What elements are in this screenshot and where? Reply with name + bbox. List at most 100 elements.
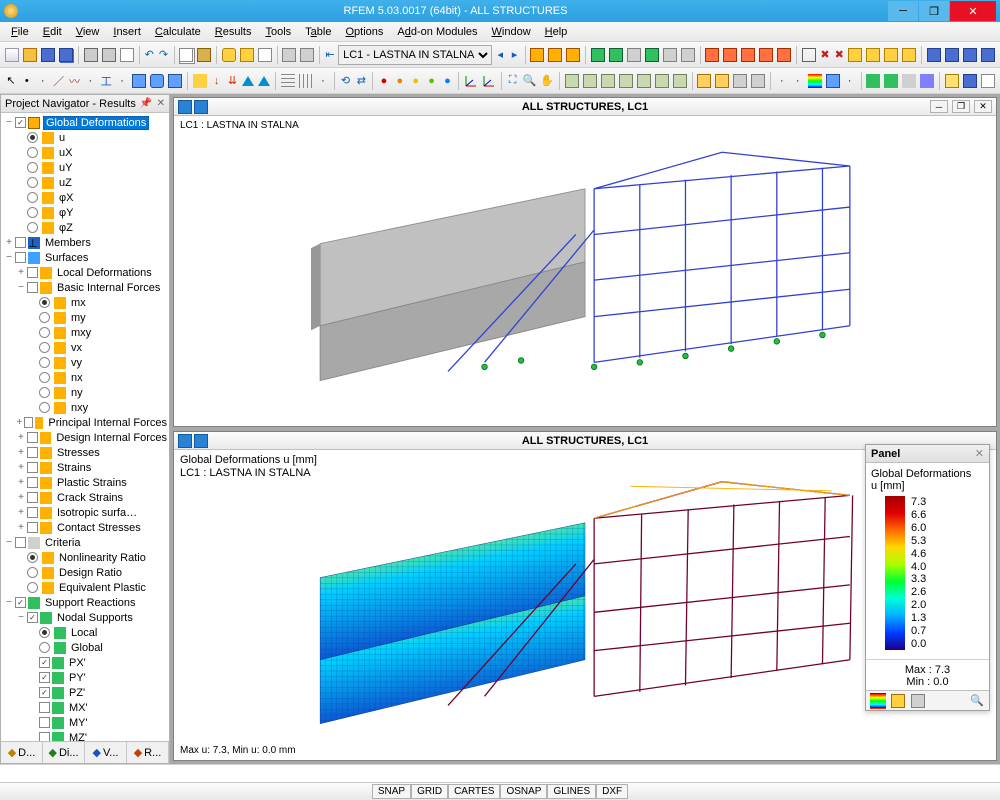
- nav-tab-1[interactable]: ◆Di...: [43, 742, 85, 763]
- view5-icon[interactable]: [662, 45, 678, 65]
- tool-e-icon[interactable]: [865, 45, 881, 65]
- num1-icon[interactable]: [825, 71, 841, 91]
- triangle-icon[interactable]: [241, 71, 255, 91]
- tree-root[interactable]: −✓Global Deformations: [1, 115, 169, 130]
- tree-uz[interactable]: uZ: [1, 175, 169, 190]
- tree-nodal[interactable]: −✓Nodal Supports: [1, 610, 169, 625]
- tree-u[interactable]: u: [1, 130, 169, 145]
- open-icon[interactable]: [22, 45, 38, 65]
- tree-ny[interactable]: ny: [1, 385, 169, 400]
- tree-vy[interactable]: vy: [1, 355, 169, 370]
- tree-localdef[interactable]: +Local Deformations: [1, 265, 169, 280]
- view3-icon[interactable]: [626, 45, 642, 65]
- status-dxf[interactable]: DXF: [596, 784, 628, 799]
- menu-file[interactable]: File: [4, 24, 36, 40]
- tree-uy[interactable]: uY: [1, 160, 169, 175]
- tree-phiz[interactable]: φZ: [1, 220, 169, 235]
- tree-px[interactable]: ✓PX': [1, 655, 169, 670]
- tree-surfaces[interactable]: −Surfaces: [1, 250, 169, 265]
- tool-d-icon[interactable]: [847, 45, 863, 65]
- c3-icon[interactable]: ●: [409, 71, 423, 91]
- legend-panel[interactable]: Panel ✕ Global Deformations u [mm] 7.36.…: [865, 444, 990, 711]
- iso4-icon[interactable]: [618, 71, 634, 91]
- menu-edit[interactable]: Edit: [36, 24, 69, 40]
- options-icon[interactable]: [281, 45, 297, 65]
- misc4-icon[interactable]: [883, 71, 899, 91]
- table2-icon[interactable]: [962, 71, 978, 91]
- surface2-icon[interactable]: [149, 71, 165, 91]
- tree-pz[interactable]: ✓PZ': [1, 685, 169, 700]
- tree-vx[interactable]: vx: [1, 340, 169, 355]
- close-button[interactable]: ✕: [950, 1, 996, 21]
- win3-icon[interactable]: [962, 45, 978, 65]
- tree-principal[interactable]: +Principal Internal Forces: [1, 415, 169, 430]
- tree-members[interactable]: +⊥Members: [1, 235, 169, 250]
- status-osnap[interactable]: OSNAP: [500, 784, 547, 799]
- load2-icon[interactable]: ↓: [210, 71, 224, 91]
- tree-crack[interactable]: +Crack Strains: [1, 490, 169, 505]
- tree-my2[interactable]: MY': [1, 715, 169, 730]
- load3-icon[interactable]: ⇊: [226, 71, 240, 91]
- tree-my[interactable]: my: [1, 310, 169, 325]
- paste-icon[interactable]: [196, 45, 212, 65]
- view-max-icon[interactable]: ❐: [952, 100, 970, 113]
- menu-window[interactable]: Window: [485, 24, 538, 40]
- zoom-icon[interactable]: 🔍: [522, 71, 538, 91]
- menu-calculate[interactable]: Calculate: [148, 24, 208, 40]
- tree-py[interactable]: ✓PY': [1, 670, 169, 685]
- iso5-icon[interactable]: [636, 71, 652, 91]
- triangle2-icon[interactable]: [257, 71, 271, 91]
- tree-nxy[interactable]: nxy: [1, 400, 169, 415]
- iso7-icon[interactable]: [672, 71, 688, 91]
- view4-icon[interactable]: [644, 45, 660, 65]
- tree-strains[interactable]: +Strains: [1, 460, 169, 475]
- line-icon[interactable]: ／: [52, 71, 66, 91]
- c2-icon[interactable]: ●: [393, 71, 407, 91]
- c1-icon[interactable]: ●: [377, 71, 391, 91]
- tree-stresses[interactable]: +Stresses: [1, 445, 169, 460]
- tb2-7-icon[interactable]: ·: [115, 71, 129, 91]
- tree-nonlinearity[interactable]: Nonlinearity Ratio: [1, 550, 169, 565]
- goto-icon[interactable]: ⇤: [324, 45, 336, 65]
- layers-icon[interactable]: [299, 45, 315, 65]
- status-cartes[interactable]: CARTES: [448, 784, 500, 799]
- misc5-icon[interactable]: [901, 71, 917, 91]
- list-icon[interactable]: [257, 45, 273, 65]
- tool-c-icon[interactable]: ✖: [833, 45, 845, 65]
- tree-designratio[interactable]: Design Ratio: [1, 565, 169, 580]
- legend-tab-color-icon[interactable]: [870, 693, 886, 709]
- render3-icon[interactable]: [732, 71, 748, 91]
- menu-view[interactable]: View: [69, 24, 107, 40]
- tree-mx2[interactable]: MX': [1, 700, 169, 715]
- legend-close-icon[interactable]: ✕: [975, 447, 984, 460]
- loadcase-selector[interactable]: LC1 - LASTNA IN STALNA: [338, 45, 492, 65]
- menu-results[interactable]: Results: [208, 24, 259, 40]
- undo-icon[interactable]: ↶: [143, 45, 155, 65]
- tree-nx[interactable]: nx: [1, 370, 169, 385]
- tb2-5-icon[interactable]: ·: [83, 71, 97, 91]
- next-icon[interactable]: ▸: [508, 45, 520, 65]
- tb2-2-icon[interactable]: ·: [36, 71, 50, 91]
- iso2-icon[interactable]: [582, 71, 598, 91]
- tree-phix[interactable]: φX: [1, 190, 169, 205]
- menu-addon[interactable]: Add-on Modules: [390, 24, 484, 40]
- table-icon[interactable]: [944, 71, 960, 91]
- navigator-close-icon[interactable]: ✕: [157, 98, 165, 109]
- legend-tab-factor-icon[interactable]: [890, 693, 906, 709]
- render2-icon[interactable]: [714, 71, 730, 91]
- results1-icon[interactable]: [529, 45, 545, 65]
- misc6-icon[interactable]: [919, 71, 935, 91]
- axis2-icon[interactable]: [481, 71, 497, 91]
- win2-icon[interactable]: [944, 45, 960, 65]
- tree-ux[interactable]: uX: [1, 145, 169, 160]
- report-icon[interactable]: [119, 45, 135, 65]
- zoom-fit-icon[interactable]: ⛶: [506, 71, 520, 91]
- pin-icon[interactable]: 📌: [140, 98, 152, 109]
- tree-global[interactable]: Global: [1, 640, 169, 655]
- maximize-button[interactable]: ❐: [919, 1, 949, 21]
- redo-icon[interactable]: ↷: [157, 45, 169, 65]
- view-header-top[interactable]: ALL STRUCTURES, LC1 ─❐✕: [174, 98, 996, 116]
- load1-icon[interactable]: [192, 71, 208, 91]
- mod3-icon[interactable]: [740, 45, 756, 65]
- results2-icon[interactable]: [547, 45, 563, 65]
